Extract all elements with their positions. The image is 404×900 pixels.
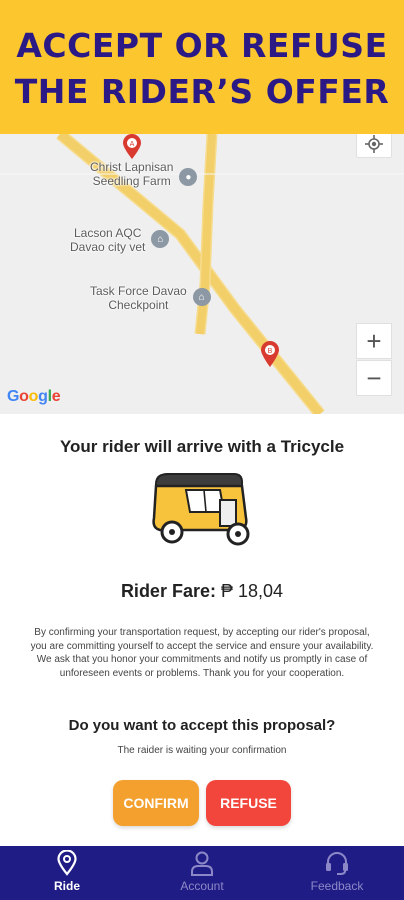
poi-task-force-checkpoint[interactable]: Task Force Davao Checkpoint ⌂ <box>90 284 211 312</box>
fare-label: Rider Fare: <box>120 581 216 601</box>
fare-value: ₱ 18,04 <box>220 581 284 601</box>
nav-item-feedback[interactable]: Feedback <box>270 846 404 900</box>
nav-label-feedback: Feedback <box>310 879 364 893</box>
building-icon: ⌂ <box>151 230 170 248</box>
location-pin-icon <box>57 850 77 876</box>
headset-icon <box>326 852 348 875</box>
waiting-status-text: The raider is waiting your confirmation <box>117 745 287 756</box>
poi-label: Lacson AQC Davao city vet <box>70 226 146 254</box>
commitment-disclaimer: By confirming your transportation reques… <box>30 627 374 679</box>
crosshair-icon <box>365 135 383 153</box>
destination-marker-label: B <box>268 348 273 355</box>
nav-label-account: Account <box>180 879 224 893</box>
poi-label: Christ Lapnisan Seedling Farm <box>90 160 174 188</box>
nav-item-ride[interactable]: Ride <box>0 846 134 900</box>
place-pin-icon: ● <box>179 168 198 186</box>
banner-title-line-1: ACCEPT OR REFUSE <box>16 26 388 65</box>
origin-marker-label: A <box>130 141 135 148</box>
banner-title-line-2: THE RIDER’S OFFER <box>14 72 390 111</box>
zoom-out-button[interactable]: − <box>356 360 392 396</box>
route-map[interactable]: Christ Lapnisan Seedling Farm ● Lacson A… <box>0 134 404 414</box>
proposal-question: Do you want to accept this proposal? <box>68 717 336 734</box>
poi-seedling-farm[interactable]: Christ Lapnisan Seedling Farm ● <box>90 160 198 188</box>
rider-fare: Rider Fare: ₱ 18,04 <box>0 581 404 602</box>
destination-marker-icon[interactable]: B <box>259 340 281 368</box>
nav-item-account[interactable]: Account <box>134 846 270 900</box>
poi-label: Task Force Davao Checkpoint <box>90 284 187 312</box>
google-logo: Google <box>7 388 61 405</box>
refuse-button[interactable]: REFUSE <box>206 780 291 826</box>
bottom-navigation: Ride Account Feedback <box>0 846 404 900</box>
promo-banner: ACCEPT OR REFUSE THE RIDER’S OFFER <box>0 0 404 134</box>
zoom-in-button[interactable]: + <box>356 323 392 359</box>
nav-label-ride: Ride <box>53 879 80 893</box>
map-roads <box>0 134 404 414</box>
building-icon: ⌂ <box>192 288 211 306</box>
origin-marker-icon[interactable]: A <box>121 134 143 160</box>
confirm-button[interactable]: CONFIRM <box>113 780 199 826</box>
vehicle-arrival-text: Your rider will arrive with a Tricycle <box>59 437 345 456</box>
poi-davao-city-vet[interactable]: Lacson AQC Davao city vet ⌂ <box>70 226 170 254</box>
my-location-button[interactable] <box>356 134 392 158</box>
person-icon <box>191 851 213 876</box>
tricycle-icon <box>152 473 250 546</box>
